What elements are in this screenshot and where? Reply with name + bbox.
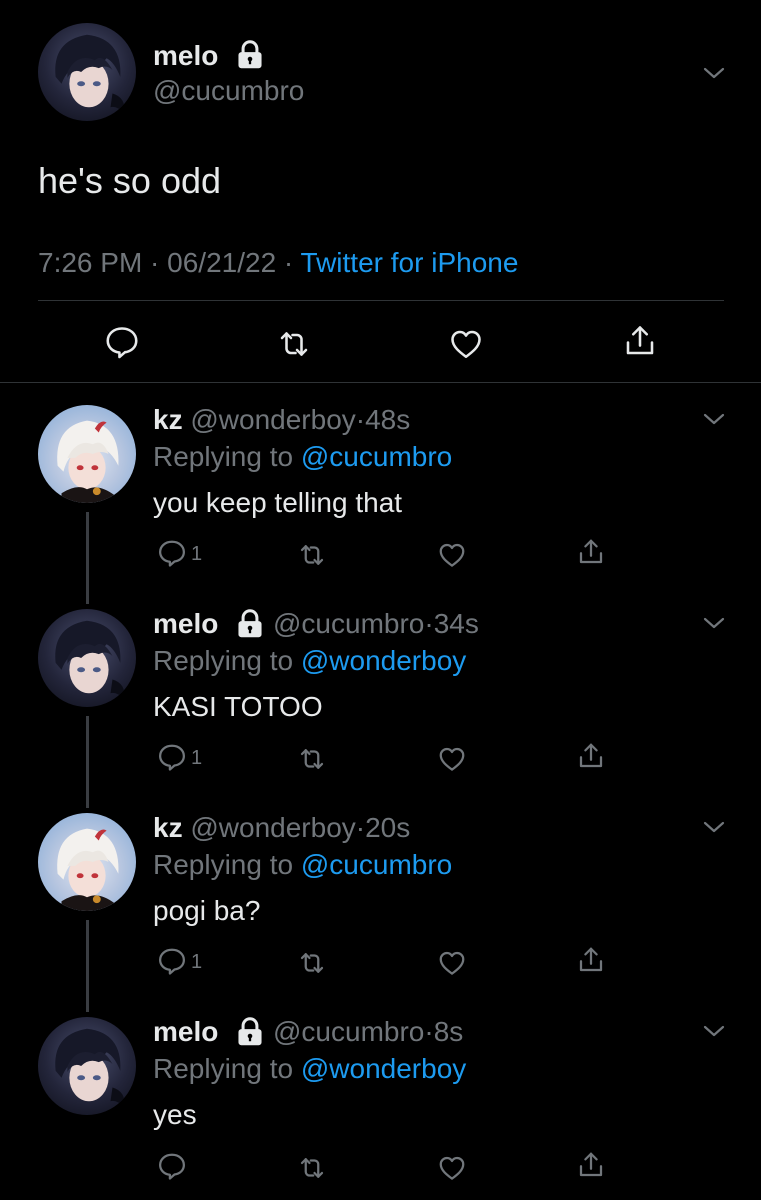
thread-connector [86,920,89,1012]
replying-to-label: Replying to [153,1053,301,1084]
separator-dot: · [355,812,366,843]
author-name[interactable]: melo [153,1016,218,1047]
reply-header: melo [153,1016,218,1048]
author-handle[interactable]: @cucumbro [273,1016,424,1047]
separator-dot: · [424,608,434,639]
author-handle[interactable]: @wonderboy [190,404,355,435]
reply-text: KASI TOTOO [153,691,323,722]
replying-to-label: Replying to [153,849,301,880]
avatar-melo[interactable] [38,23,136,121]
reply-header: kz @wonderboy·20s [153,812,410,844]
like-icon[interactable] [448,326,484,362]
author-handle[interactable]: @cucumbro [153,75,304,107]
reply-age: 48s [365,404,411,435]
retweet-icon[interactable] [297,540,327,570]
chevron-down-icon[interactable] [703,1024,725,1038]
share-icon[interactable] [622,323,658,359]
reply-text: yes [153,1099,197,1130]
separator-dot: · [424,1016,434,1047]
mention-link[interactable]: @wonderboy [301,1053,466,1084]
author-name[interactable]: kz [153,812,183,843]
separator-dot: · [355,404,366,435]
thread-connector [86,716,89,808]
reply-handle-group: @cucumbro·8s [273,1016,463,1048]
anime-boy-avatar-icon [55,620,125,700]
reply-age: 34s [433,608,479,639]
anime-character-avatar-icon [57,420,119,503]
replying-to-label: Replying to [153,441,301,472]
reply-handle-group: @cucumbro·34s [273,608,479,640]
reply-count: 1 [191,543,203,565]
replying-to: Replying to @cucumbro [153,441,452,473]
tweet-timestamp: 7:26 PM · 06/21/22 · [38,247,301,278]
avatar-melo[interactable] [38,1017,136,1115]
replying-to: Replying to @wonderboy [153,645,466,677]
avatar-kz[interactable] [38,405,136,503]
share-icon[interactable] [576,741,606,771]
lock-icon [236,40,264,70]
chevron-down-icon[interactable] [703,66,725,80]
anime-character-avatar-icon [57,828,119,911]
reply-header: kz @wonderboy·48s [153,404,410,436]
reply-icon[interactable] [157,538,187,568]
replying-to: Replying to @wonderboy [153,1053,466,1085]
retweet-icon[interactable] [297,1153,327,1183]
lock-icon [236,609,264,639]
thread-connector [86,512,89,604]
reply-age: 8s [433,1016,464,1047]
reply-count: 1 [191,951,203,973]
chevron-down-icon[interactable] [703,820,725,834]
tweet-source-link[interactable]: Twitter for iPhone [301,247,519,278]
author-name[interactable]: kz [153,404,183,435]
reply-icon[interactable] [157,946,187,976]
reply-count: 1 [191,747,203,769]
like-icon[interactable] [437,1153,467,1183]
like-icon[interactable] [437,948,467,978]
reply-age: 20s [365,812,411,843]
replying-to: Replying to @cucumbro [153,849,452,881]
retweet-icon[interactable] [297,948,327,978]
reply-header: melo [153,608,218,640]
reply-text: pogi ba? [153,895,261,926]
anime-boy-avatar-icon [55,34,125,114]
mention-link[interactable]: @cucumbro [301,441,452,472]
retweet-icon[interactable] [276,326,312,362]
avatar-kz[interactable] [38,813,136,911]
reply-icon[interactable] [157,742,187,772]
chevron-down-icon[interactable] [703,412,725,426]
reply-icon[interactable] [104,324,140,360]
author-name[interactable]: melo [153,608,218,639]
like-icon[interactable] [437,540,467,570]
reply-text: you keep telling that [153,487,403,518]
divider [38,300,724,301]
author-handle[interactable]: @cucumbro [273,608,424,639]
tweet-meta: 7:26 PM · 06/21/22 · Twitter for iPhone [38,247,518,279]
author-name[interactable]: melo [153,40,218,72]
like-icon[interactable] [437,744,467,774]
tweet-text: he's so odd [38,160,222,201]
mention-link[interactable]: @wonderboy [301,645,466,676]
avatar-melo[interactable] [38,609,136,707]
chevron-down-icon[interactable] [703,616,725,630]
retweet-icon[interactable] [297,744,327,774]
share-icon[interactable] [576,1150,606,1180]
lock-icon [236,1017,264,1047]
share-icon[interactable] [576,945,606,975]
author-handle[interactable]: @wonderboy [190,812,355,843]
mention-link[interactable]: @cucumbro [301,849,452,880]
anime-boy-avatar-icon [55,1028,125,1108]
reply-icon[interactable] [157,1151,187,1181]
divider [0,382,761,383]
share-icon[interactable] [576,537,606,567]
replying-to-label: Replying to [153,645,301,676]
